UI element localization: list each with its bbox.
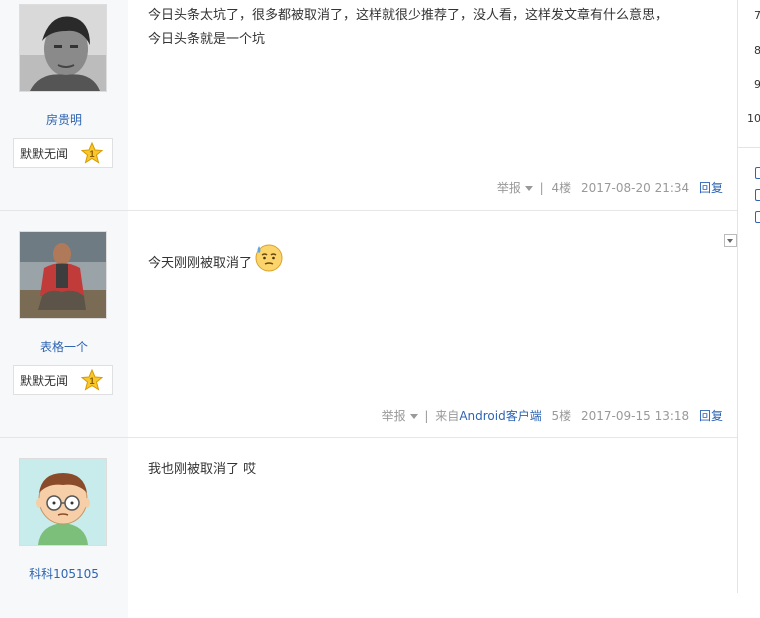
report-button[interactable]: 举报 (382, 407, 421, 424)
reply-button[interactable]: 回复 (699, 179, 723, 196)
author-sidebar: 表格一个 默默无闻 1 (0, 211, 128, 437)
svg-text:1: 1 (89, 376, 94, 386)
chevron-down-icon (524, 186, 533, 191)
post-tail: 举报 | 来自Android客户端 5楼 2017-09-15 13:18 回复 (382, 407, 723, 424)
post-list: 房贵明 默默无闻 1 今日头条太坑了，很多都被取消了，这样就很少推荐了，没人看，… (0, 0, 737, 618)
tail-separator: | (424, 409, 429, 423)
floor-number: 5楼 (551, 409, 572, 423)
level-badge[interactable]: 默默无闻 1 (13, 138, 113, 168)
post-content: 今日头条太坑了，很多都被取消了，这样就很少推荐了，没人看，这样发文章有什么意思，… (148, 4, 723, 52)
post-content: 今天刚刚被取消了 (148, 243, 723, 282)
post-floor-4: 房贵明 默默无闻 1 今日头条太坑了，很多都被取消了，这样就很少推荐了，没人看，… (0, 0, 737, 211)
reply-button[interactable]: 回复 (699, 407, 723, 424)
svg-text:1: 1 (89, 149, 94, 159)
author-sidebar: 房贵明 默默无闻 1 (0, 0, 128, 210)
android-client-link[interactable]: Android客户端 (459, 407, 541, 424)
right-sidebar: 7 8 9 10 (737, 0, 760, 593)
post-content-line: 今日头条就是一个坑 (148, 32, 266, 47)
level-badge-label: 默默无闻 (20, 147, 69, 161)
post-menu-button[interactable] (724, 234, 737, 247)
username-link[interactable]: 科科105105 (0, 565, 128, 582)
sweat-emoji-icon (254, 243, 284, 282)
post-content: 我也刚被取消了 哎 (148, 458, 723, 482)
rank-number: 9 (754, 78, 760, 91)
rank-number: 8 (754, 44, 760, 57)
level-star-icon: 1 (80, 141, 104, 168)
report-button[interactable]: 举报 (497, 179, 536, 196)
avatar[interactable] (19, 4, 107, 92)
avatar[interactable] (19, 231, 107, 319)
share-icon[interactable] (755, 167, 760, 179)
post-floor-5: 表格一个 默默无闻 1 今天刚刚被取消了 举报 | 来自Android客户端 5… (0, 211, 737, 438)
post-content-line: 今日头条太坑了，很多都被取消了，这样就很少推荐了，没人看，这样发文章有什么意思， (148, 8, 669, 23)
trash-icon[interactable] (755, 211, 760, 223)
source-label: 来自 (435, 409, 460, 423)
author-sidebar: 科科105105 (0, 438, 128, 618)
post-time: 2017-08-20 21:34 (581, 181, 690, 195)
post-time: 2017-09-15 13:18 (581, 409, 690, 423)
level-badge-label: 默默无闻 (20, 374, 69, 388)
tail-separator: | (539, 181, 544, 195)
username-link[interactable]: 房贵明 (0, 111, 128, 128)
avatar[interactable] (19, 458, 107, 546)
divider (738, 147, 760, 148)
phone-icon[interactable] (755, 189, 760, 201)
post-floor-6: 科科105105 我也刚被取消了 哎 (0, 438, 737, 618)
floor-number: 4楼 (551, 181, 572, 195)
level-badge[interactable]: 默默无闻 1 (13, 365, 113, 395)
post-tail: 举报 | 4楼 2017-08-20 21:34 回复 (497, 179, 723, 196)
post-content-line: 今天刚刚被取消了 (148, 256, 253, 271)
rank-number: 10 (747, 112, 760, 125)
post-content-line: 我也刚被取消了 哎 (148, 462, 257, 477)
rank-number: 7 (754, 9, 760, 22)
level-star-icon: 1 (80, 368, 104, 395)
chevron-down-icon (409, 414, 418, 419)
username-link[interactable]: 表格一个 (0, 338, 128, 355)
